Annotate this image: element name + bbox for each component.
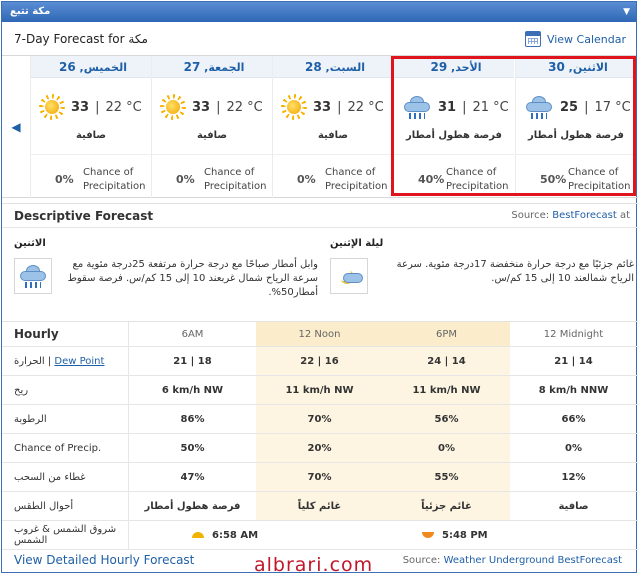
low-temp: 22 °C [105, 99, 142, 115]
rain-cloud-icon [402, 94, 432, 120]
chevron-down-icon[interactable]: ▼ [623, 2, 630, 22]
previous-days-arrow-icon[interactable]: ◀ [2, 56, 30, 198]
description-label: ليلة الإثنين [330, 238, 384, 249]
condition-text: صافية [317, 130, 349, 141]
day-name: الخميس, 26 [31, 56, 151, 78]
dew-point-link[interactable]: Dew Point [54, 356, 104, 367]
precip-chance: 40% Chance of Precipitation [394, 154, 514, 198]
hourly-table: Hourly 6AM 12 Noon 6PM 12 Midnight الحرا… [2, 321, 638, 550]
widget-titlebar: مكة تتبع ▼ [2, 2, 636, 22]
precip-chance: 0% Chance of Precipitation [152, 154, 272, 198]
time-header: 6AM [181, 328, 204, 340]
day-name: الأحد, 29 [394, 56, 514, 78]
bestforecast-link[interactable]: BestForecast [552, 210, 616, 221]
night-description: ليلة الإثنين غائم جزئيًا مع درجة حرارة م… [330, 238, 634, 294]
source-note: Source: Weather Underground BestForecast [402, 555, 622, 566]
sunrise-time: 6:58 AM [212, 529, 259, 541]
day-name: السبت, 28 [273, 56, 393, 78]
time-header: 6PM [383, 322, 510, 346]
condition-text: فرصة هطول أمطار [528, 130, 624, 141]
low-temp: 22 °C [226, 99, 263, 115]
low-temp: 22 °C [347, 99, 384, 115]
forecast-widget: مكة تتبع ▼ 7-Day Forecast for مكة View C… [1, 1, 638, 573]
sun-icon [281, 94, 307, 120]
day-column[interactable]: الأحد, 29 31 | 21 °C فرصة هطول أمطار 40% C… [393, 56, 514, 198]
day-column[interactable]: الاثنين, 30 25 | 17 °C فرصة هطول أمطار 50%… [515, 56, 636, 198]
high-temp: 31 [438, 99, 457, 115]
time-header: 12 Midnight [543, 328, 604, 340]
section-title: Descriptive Forecast [14, 209, 154, 223]
sunset-time: 5:48 PM [442, 529, 488, 541]
condition-text: صافية [75, 130, 107, 141]
calendar-icon [524, 31, 541, 47]
high-temp: 33 [192, 99, 211, 115]
view-calendar-link[interactable]: View Calendar [524, 31, 626, 47]
widget-title: مكة تتبع [10, 6, 51, 17]
row-label: شروق الشمس & غروب الشمس [2, 521, 129, 549]
high-temp: 33 [313, 99, 332, 115]
row-label: ريح [2, 376, 129, 404]
precip-chance: 0% Chance of Precipitation [273, 154, 393, 198]
high-temp: 33 [71, 99, 90, 115]
page-title: 7-Day Forecast for مكة [14, 32, 148, 46]
time-header: 12 Noon [256, 322, 383, 346]
hourly-title: Hourly [2, 322, 129, 346]
precip-chance: 0% Chance of Precipitation [31, 154, 151, 198]
rain-cloud-icon [18, 263, 48, 289]
rain-cloud-icon [524, 94, 554, 120]
sunset-icon [422, 532, 434, 538]
condition-text: فرصة هطول أمطار [406, 130, 502, 141]
table-row: الرطوبة 86% 70% 56% 66% [2, 405, 638, 434]
day-column[interactable]: السبت, 28 33 | 22 °C صافية 0% Chance of Pre… [272, 56, 393, 198]
description-text: غائم جزئيًا مع درجة حرارة منخفضة 17درجة … [396, 259, 634, 284]
day-column[interactable]: الخميس, 26 33 | 22 °C صافية 0% Chance of Pr… [30, 56, 151, 198]
condition-text: صافية [196, 130, 228, 141]
table-row: شروق الشمس & غروب الشمس 6:58 AM 5:48 PM [2, 521, 638, 550]
sun-icon [160, 94, 186, 120]
detailed-hourly-link[interactable]: View Detailed Hourly Forecast [14, 553, 194, 567]
hourly-header-row: Hourly 6AM 12 Noon 6PM 12 Midnight [2, 321, 638, 347]
city-name: مكة [128, 32, 148, 46]
description-label: الاثنين [14, 238, 46, 249]
day-description: الاثنين وابل أمطار صباحًا مع درجة حرارة … [14, 238, 318, 298]
row-label: أحوال الطقس [2, 492, 129, 520]
sunrise-icon [192, 532, 204, 538]
weather-underground-link[interactable]: Weather Underground BestForecast [444, 555, 622, 566]
table-row: ريح 6 km/h NW 11 km/h NW 11 km/h NW 8 km… [2, 376, 638, 405]
table-row: غطاء من السحب 47% 70% 55% 12% [2, 463, 638, 492]
source-note: Source: BestForecast at [511, 210, 630, 221]
table-row: Chance of Precip. 50% 20% 0% 0% [2, 434, 638, 463]
day-name: الاثنين, 30 [516, 56, 636, 78]
precip-chance: 50% Chance of Precipitation [516, 154, 636, 198]
low-temp: 21 °C [472, 99, 509, 115]
day-strip: ◀ الخميس, 26 33 | 22 °C صافية 0% Chance of… [2, 56, 638, 198]
forecast-header: 7-Day Forecast for مكة View Calendar [2, 22, 636, 56]
description-text: وابل أمطار صباحًا مع درجة حرارة مرتفعة 2… [67, 259, 318, 298]
table-row: أحوال الطقس فرصة هطول أمطار غائم كلياً غ… [2, 492, 638, 521]
moon-cloud-icon [335, 265, 363, 287]
descriptive-forecast: Descriptive Forecast Source: BestForecas… [2, 203, 638, 317]
high-temp: 25 [560, 99, 579, 115]
low-temp: 17 °C [594, 99, 631, 115]
row-label: Chance of Precip. [2, 434, 129, 462]
row-label: الحرارة | Dew Point [2, 347, 129, 375]
day-name: الجمعة, 27 [152, 56, 272, 78]
watermark: albrari.com [254, 554, 374, 574]
table-row: الحرارة | Dew Point 21 | 18 22 | 16 24 |… [2, 347, 638, 376]
day-column[interactable]: الجمعة, 27 33 | 22 °C صافية 0% Chance of Pr… [151, 56, 272, 198]
row-label: الرطوبة [2, 405, 129, 433]
row-label: غطاء من السحب [2, 463, 129, 491]
sun-icon [39, 94, 65, 120]
